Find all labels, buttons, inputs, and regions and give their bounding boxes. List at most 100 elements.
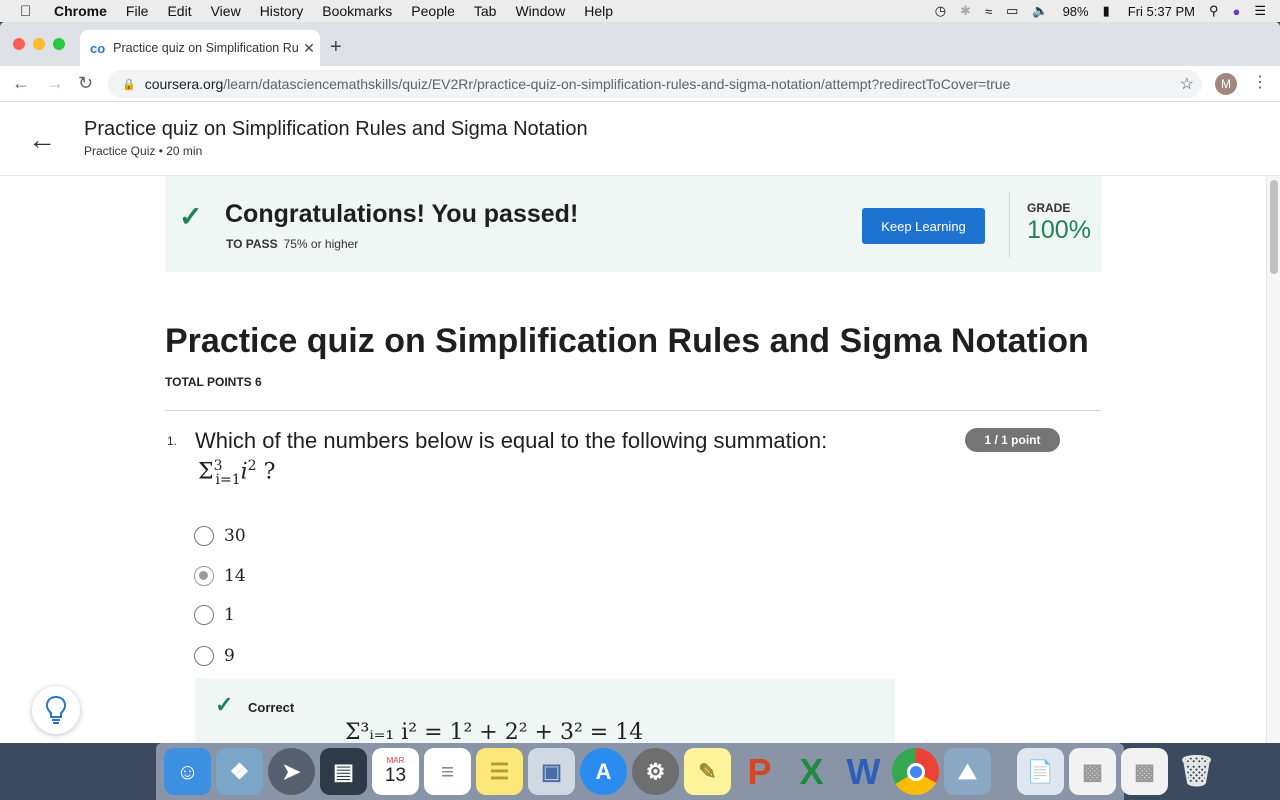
spotlight-icon[interactable]: ⚲ bbox=[1209, 3, 1219, 19]
header-subtitle: Practice Quiz • 20 min bbox=[84, 144, 203, 158]
browser-tab[interactable]: co Practice quiz on Simplification Rules… bbox=[80, 30, 320, 66]
menu-history[interactable]: History bbox=[260, 3, 304, 19]
to-pass-value: 75% or higher bbox=[283, 237, 359, 251]
airplay-icon[interactable]: ▭ bbox=[1006, 3, 1018, 19]
mac-menu-bar:  Chrome File Edit View History Bookmark… bbox=[0, 0, 1280, 22]
option-label: 14 bbox=[224, 566, 246, 586]
notes-icon[interactable]: ☰ bbox=[476, 748, 523, 795]
total-points: TOTAL POINTS 6 bbox=[165, 375, 262, 389]
feedback-formula: Σ³ᵢ₌₁ i² = 1² + 2² + 3² = 14 bbox=[345, 720, 644, 743]
menu-tab[interactable]: Tab bbox=[474, 3, 497, 19]
profile-avatar[interactable]: M bbox=[1215, 73, 1237, 95]
tab-title: Practice quiz on Simplification Rules an… bbox=[113, 41, 298, 55]
siri-icon[interactable]: ● bbox=[1232, 4, 1240, 19]
bluetooth-icon[interactable]: ✱ bbox=[960, 3, 971, 19]
menu-bookmarks[interactable]: Bookmarks bbox=[322, 3, 392, 19]
finder-icon[interactable]: ☺ bbox=[164, 748, 211, 795]
option-label: 1 bbox=[224, 605, 235, 625]
close-tab-icon[interactable]: ✕ bbox=[298, 40, 320, 57]
status-area: ◷ ✱ ≈ ▭ 🔈 98% ▮ Fri 5:37 PM ⚲ ● ☰ bbox=[935, 0, 1280, 22]
bookmark-star-icon[interactable]: ☆ bbox=[1180, 74, 1194, 94]
sum-lower-limit: i=1 bbox=[215, 471, 241, 488]
stickies-icon[interactable]: ✎ bbox=[684, 748, 731, 795]
lightbulb-help-button[interactable] bbox=[32, 686, 80, 734]
reload-icon[interactable]: ↻ bbox=[78, 73, 93, 94]
calendar-month: MAR bbox=[386, 756, 405, 765]
new-tab-button[interactable]: + bbox=[330, 36, 342, 59]
menu-edit[interactable]: Edit bbox=[167, 3, 191, 19]
scrollbar-thumb[interactable] bbox=[1270, 180, 1278, 274]
menu-chrome[interactable]: Chrome bbox=[54, 3, 107, 19]
activity-monitor-icon[interactable]: ▤ bbox=[320, 748, 367, 795]
battery-percent[interactable]: 98% bbox=[1063, 4, 1089, 19]
volume-icon[interactable]: 🔈 bbox=[1032, 3, 1048, 19]
browser-window: co Practice quiz on Simplification Rules… bbox=[0, 22, 1280, 743]
apple-icon[interactable]:  bbox=[20, 3, 36, 20]
word-icon[interactable]: W bbox=[840, 748, 887, 795]
header-title: Practice quiz on Simplification Rules an… bbox=[84, 118, 588, 140]
zoom-window-button[interactable] bbox=[53, 38, 65, 50]
answer-option[interactable]: 9 bbox=[194, 646, 235, 666]
system-preferences-icon[interactable]: ⚙ bbox=[632, 748, 679, 795]
banner-divider bbox=[1009, 192, 1010, 258]
calendar-icon[interactable]: MAR 13 bbox=[372, 748, 419, 795]
keep-learning-button[interactable]: Keep Learning bbox=[862, 208, 985, 244]
question-text: Which of the numbers below is equal to t… bbox=[195, 428, 828, 453]
menu-people[interactable]: People bbox=[411, 3, 455, 19]
chrome-window-icon[interactable]: ▩ bbox=[1121, 748, 1168, 795]
checkmark-icon: ✓ bbox=[179, 201, 203, 232]
quiz-title: Practice quiz on Simplification Rules an… bbox=[165, 322, 1089, 360]
menu-window[interactable]: Window bbox=[515, 3, 565, 19]
section-divider bbox=[165, 410, 1101, 411]
forward-nav-icon[interactable]: → bbox=[46, 73, 64, 94]
chrome-menu-icon[interactable]: ⋮ bbox=[1252, 72, 1268, 92]
recent-window-icon[interactable]: ▩ bbox=[1069, 748, 1116, 795]
trash-icon[interactable]: 🗑 bbox=[1173, 748, 1220, 795]
page-scrollbar[interactable] bbox=[1266, 176, 1280, 743]
documents-folder-icon[interactable]: 📄 bbox=[1017, 748, 1064, 795]
question-number: 1. bbox=[167, 434, 178, 448]
radio-button-selected[interactable] bbox=[194, 566, 214, 586]
grade-value: 100% bbox=[1027, 216, 1091, 244]
window-controls bbox=[13, 38, 65, 50]
chrome-icon[interactable] bbox=[892, 748, 939, 795]
powerpoint-icon[interactable]: P bbox=[736, 748, 783, 795]
notification-center-icon[interactable]: ☰ bbox=[1254, 3, 1266, 19]
mac-dock: ☺ ❖ ➤ ▤ MAR 13 ≡ ☰ ▣ A ⚙ ✎ P X W ⛰ 📄 ▩ ▩ … bbox=[156, 743, 1216, 800]
menu-help[interactable]: Help bbox=[584, 3, 613, 19]
close-window-button[interactable] bbox=[13, 38, 25, 50]
app-store-icon[interactable]: A bbox=[580, 748, 627, 795]
lightbulb-icon bbox=[45, 695, 67, 724]
clock[interactable]: Fri 5:37 PM bbox=[1128, 4, 1195, 19]
minimize-window-button[interactable] bbox=[33, 38, 45, 50]
to-pass-info: TO PASS 75% or higher bbox=[226, 237, 358, 251]
battery-icon[interactable]: ▮ bbox=[1103, 3, 1110, 19]
address-bar[interactable]: 🔒 coursera.org/learn/datasciencemathskil… bbox=[108, 70, 1202, 98]
menu-view[interactable]: View bbox=[211, 3, 241, 19]
reminders-icon[interactable]: ≡ bbox=[424, 748, 471, 795]
back-arrow-icon[interactable]: ← bbox=[28, 124, 56, 156]
pass-banner: ✓ Congratulations! You passed! TO PASS 75… bbox=[165, 176, 1101, 272]
page-content: ← Practice quiz on Simplification Rules … bbox=[0, 102, 1280, 743]
answer-option[interactable]: 30 bbox=[194, 526, 246, 546]
sum-exponent: 2 bbox=[247, 458, 257, 474]
wifi-icon[interactable]: ≈ bbox=[985, 4, 992, 19]
answer-option[interactable]: 1 bbox=[194, 605, 235, 625]
excel-icon[interactable]: X bbox=[788, 748, 835, 795]
time-machine-icon[interactable]: ◷ bbox=[935, 3, 946, 19]
menu-file[interactable]: File bbox=[126, 3, 149, 19]
launchpad-icon[interactable]: ➤ bbox=[268, 748, 315, 795]
answer-option-selected[interactable]: 14 bbox=[194, 566, 246, 586]
pass-message: Congratulations! You passed! bbox=[225, 200, 579, 228]
radio-button[interactable] bbox=[194, 605, 214, 625]
network-utility-icon[interactable]: ❖ bbox=[216, 748, 263, 795]
quiz-header: ← Practice quiz on Simplification Rules … bbox=[0, 102, 1280, 176]
radio-button[interactable] bbox=[194, 526, 214, 546]
lock-icon[interactable]: 🔒 bbox=[122, 78, 136, 91]
back-nav-icon[interactable]: ← bbox=[12, 73, 30, 94]
option-label: 30 bbox=[224, 526, 246, 546]
radio-button[interactable] bbox=[194, 646, 214, 666]
image-capture-icon[interactable]: ⛰ bbox=[944, 748, 991, 795]
preview-icon[interactable]: ▣ bbox=[528, 748, 575, 795]
feedback-label: Correct bbox=[248, 700, 295, 715]
